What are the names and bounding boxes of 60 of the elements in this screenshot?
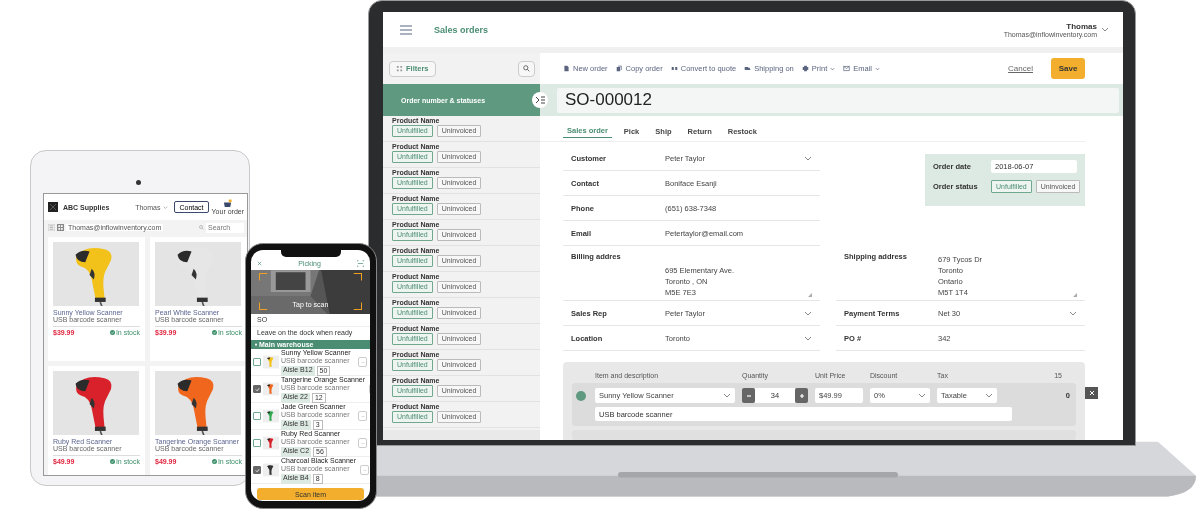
chevron-down-icon[interactable]	[1101, 27, 1109, 32]
close-icon[interactable]	[257, 261, 262, 266]
menu-icon[interactable]	[400, 24, 412, 35]
check-circle-icon	[211, 330, 217, 335]
camera-dot	[136, 180, 141, 185]
checkbox[interactable]	[253, 439, 261, 447]
copy-icon	[615, 65, 623, 72]
chevron-down-icon	[804, 335, 812, 341]
resize-handle-icon[interactable]	[1073, 293, 1077, 297]
chevron-down-icon	[1069, 310, 1077, 316]
status-dot	[576, 390, 586, 401]
more-button[interactable]	[358, 411, 367, 421]
chevron-down-icon	[918, 393, 926, 398]
chevron-down-icon	[804, 310, 812, 316]
grid-view-icon[interactable]	[57, 224, 64, 231]
scan-icon[interactable]	[357, 260, 364, 267]
decrement-button[interactable]	[742, 388, 755, 403]
chevron-down-icon	[723, 393, 731, 398]
order-number-field[interactable]: SO-000012	[557, 87, 1119, 113]
filter-icon	[396, 65, 403, 72]
convert-icon	[670, 65, 678, 72]
check-icon	[254, 386, 260, 392]
viewfinder-icon	[259, 273, 362, 310]
truck-icon	[744, 65, 752, 72]
check-icon	[254, 467, 260, 473]
increment-button[interactable]	[795, 388, 808, 403]
search-icon	[523, 65, 530, 72]
caret-icon	[875, 66, 880, 71]
printer-icon	[801, 65, 809, 72]
plus-icon	[798, 392, 805, 399]
page-title: Sales orders	[434, 24, 489, 35]
check-circle-icon	[109, 330, 115, 335]
document-icon	[563, 65, 570, 72]
mail-icon	[843, 65, 851, 72]
checkbox[interactable]	[253, 466, 261, 474]
more-button[interactable]	[360, 465, 370, 475]
caret-icon	[830, 66, 836, 71]
check-circle-icon	[109, 459, 115, 464]
chevron-down-icon	[985, 393, 993, 398]
more-button[interactable]	[358, 357, 367, 367]
chevron-down-icon	[804, 155, 812, 161]
close-icon	[1088, 390, 1095, 396]
checkbox[interactable]	[253, 385, 261, 393]
checkbox[interactable]	[253, 358, 261, 366]
chevron-down-icon[interactable]	[163, 205, 169, 209]
user-name: Thomas	[1066, 21, 1097, 31]
logo-icon	[48, 202, 58, 212]
remove-button[interactable]	[1085, 387, 1098, 399]
search-icon	[199, 225, 204, 230]
basket-icon[interactable]	[223, 199, 233, 208]
check-circle-icon	[211, 459, 217, 464]
minus-icon	[745, 392, 752, 399]
search-button[interactable]	[518, 60, 535, 77]
more-button[interactable]	[358, 438, 367, 448]
cancel-link[interactable]: Cancel	[1008, 64, 1033, 73]
list-view-icon[interactable]	[48, 224, 55, 231]
save-button[interactable]: Save	[1051, 58, 1085, 79]
phone-notch	[280, 250, 341, 257]
resize-handle-icon[interactable]	[808, 293, 812, 297]
checkbox[interactable]	[253, 412, 261, 420]
